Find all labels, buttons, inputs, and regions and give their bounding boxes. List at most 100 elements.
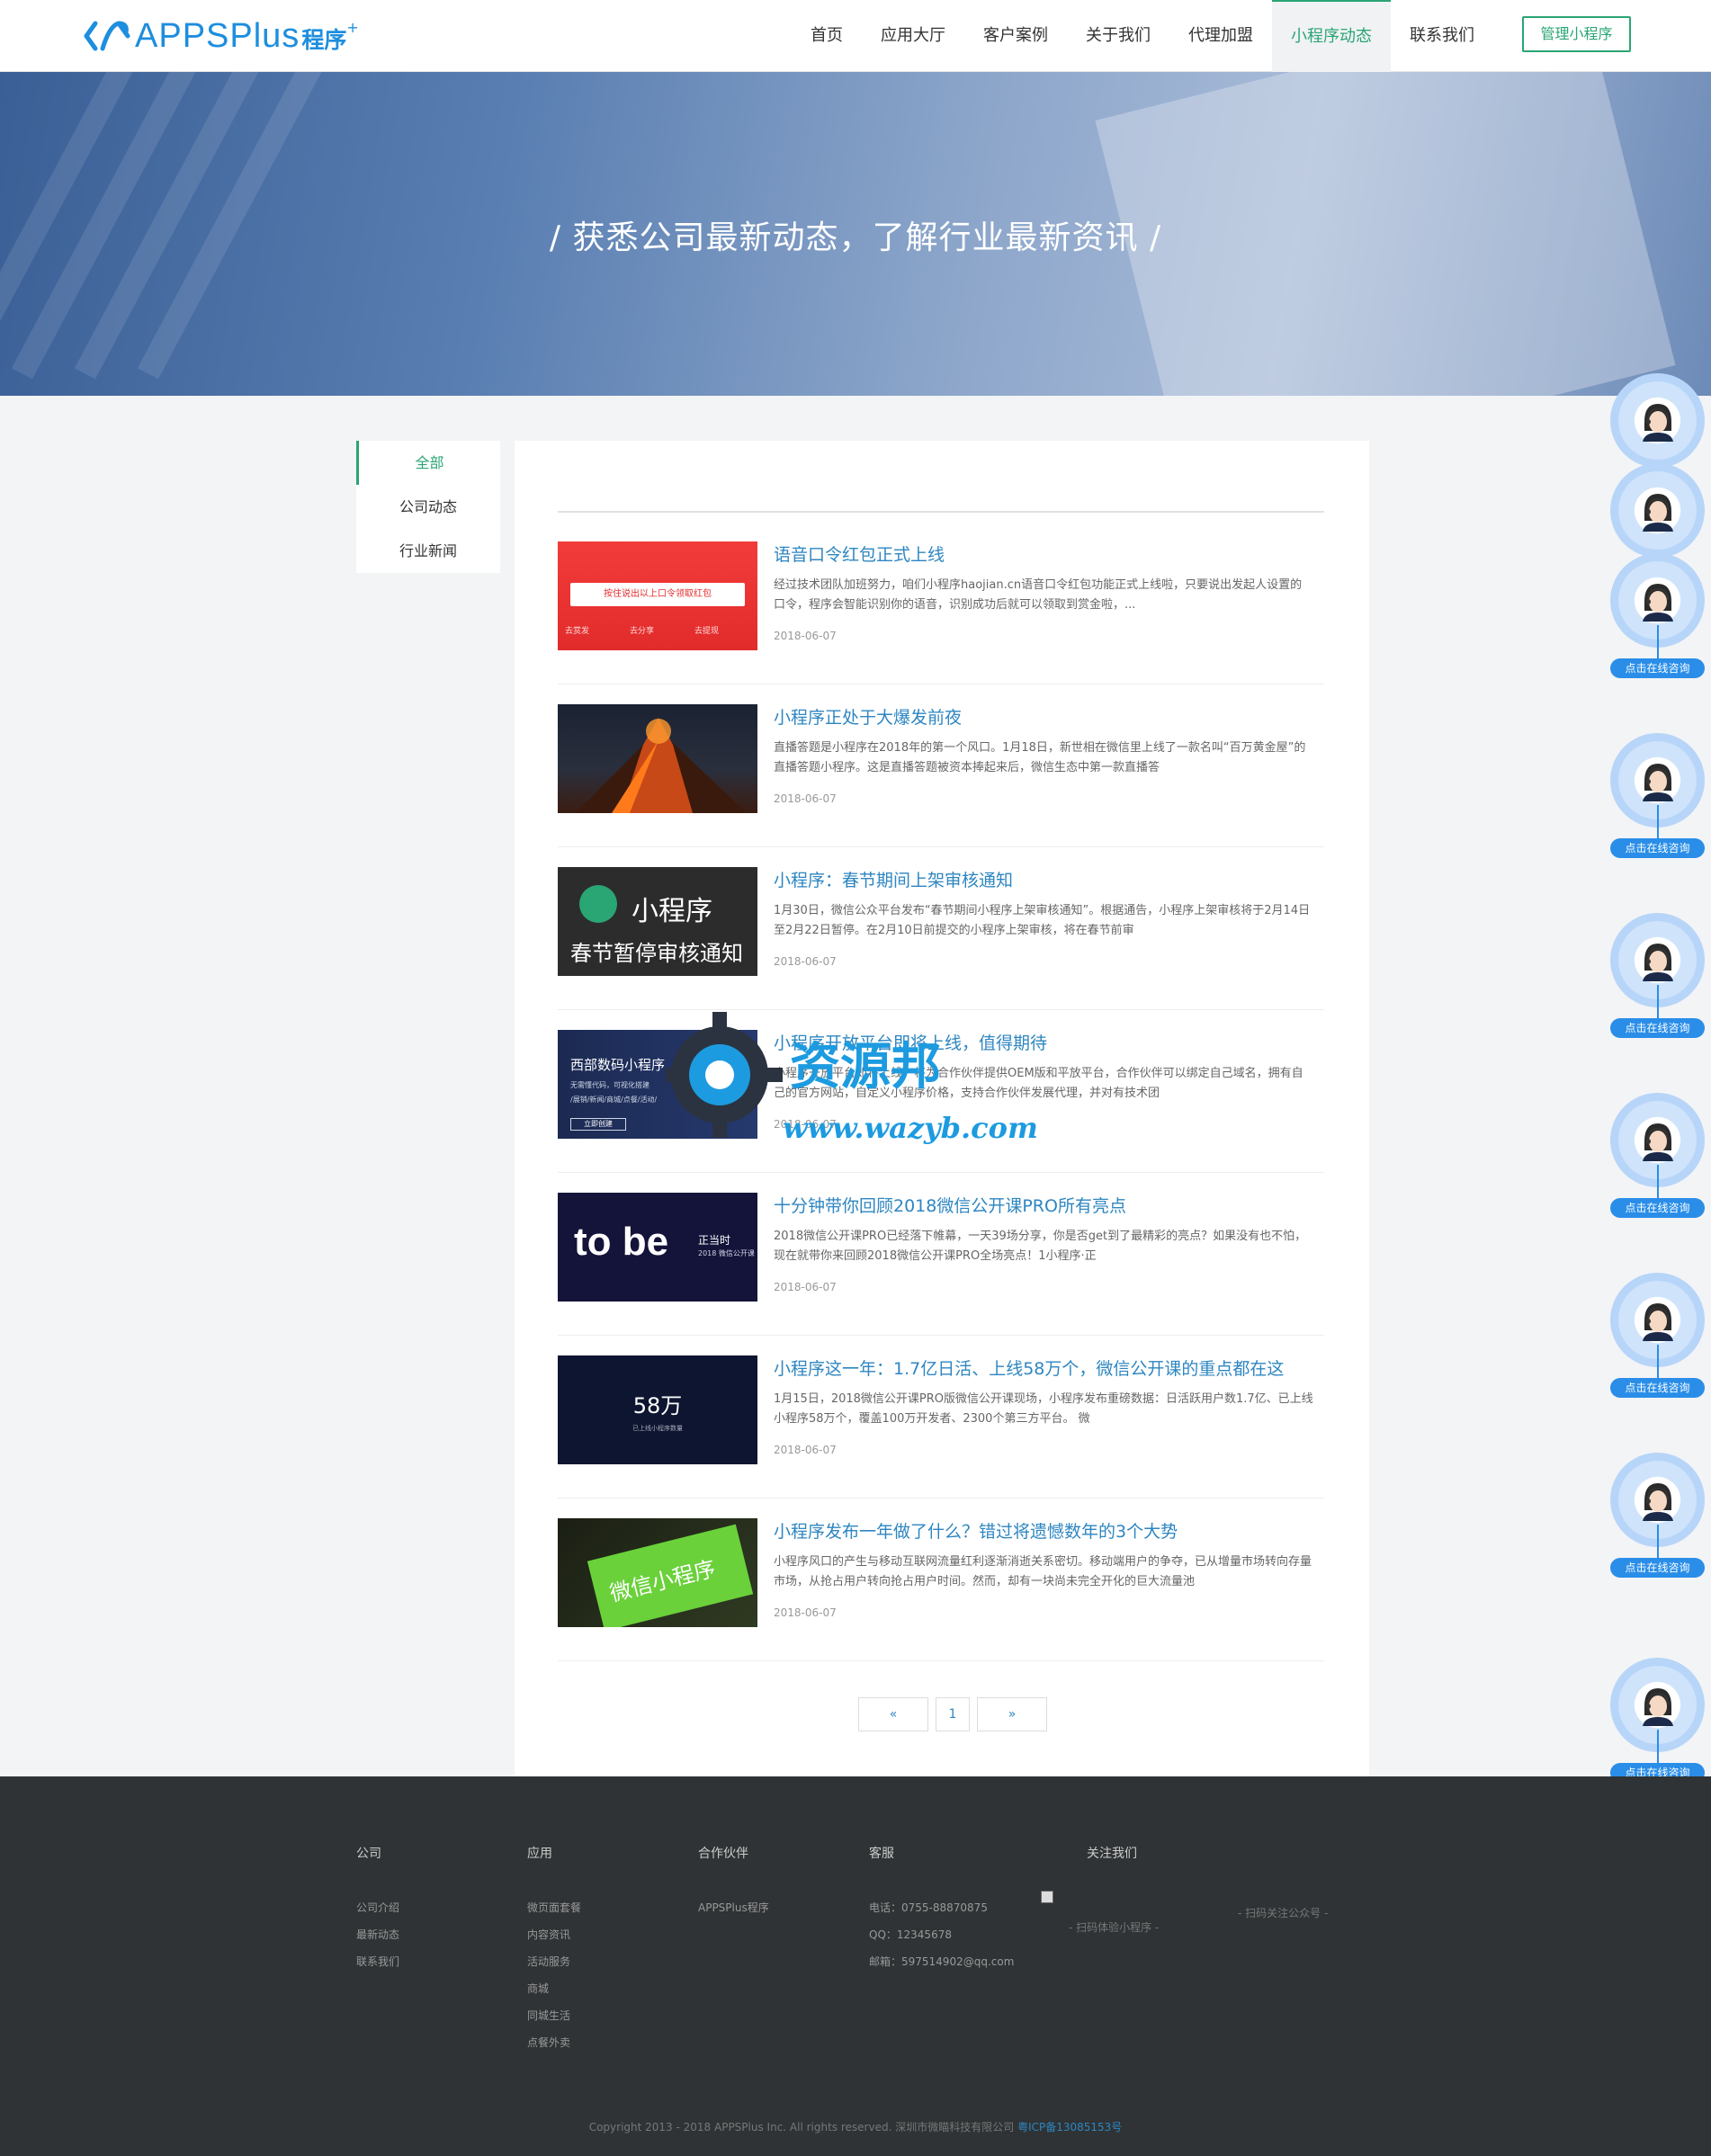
service-agent-avatar-icon <box>1643 584 1673 622</box>
nav-item[interactable]: 小程序动态 <box>1272 0 1391 72</box>
article-title[interactable]: 小程序这一年：1.7亿日活、上线58万个，微信公开课的重点都在这 <box>774 1355 1284 1380</box>
category-item[interactable]: 行业新闻 <box>356 529 500 573</box>
footer-link[interactable]: 商城 <box>527 1975 581 2002</box>
thumb-red-link: 去提现 <box>694 627 720 636</box>
footer-heading: 合作伙伴 <box>698 1847 748 1861</box>
footer-heading: 客服 <box>869 1847 894 1861</box>
category-item[interactable]: 全部 <box>356 441 500 485</box>
article-date: 2018-06-07 <box>774 1444 837 1456</box>
article-date: 2018-06-07 <box>774 955 837 968</box>
consult-float-item[interactable]: 点击在线咨询 <box>1610 553 1705 678</box>
service-agent-avatar-icon <box>1643 944 1673 981</box>
consult-float-item[interactable]: 点击在线咨询 <box>1610 733 1705 858</box>
service-agent-avatar-icon <box>1643 764 1673 801</box>
thumb-tobe-word: to be <box>574 1220 669 1264</box>
nav-item[interactable]: 关于我们 <box>1067 0 1169 72</box>
article-title[interactable]: 语音口令红包正式上线 <box>774 541 945 566</box>
site-logo[interactable]: APPSPlus 程序 + <box>83 16 359 56</box>
page-number-button[interactable]: 1 <box>936 1697 970 1731</box>
service-agent-avatar-icon <box>1643 494 1673 532</box>
online-consult-button[interactable]: 点击在线咨询 <box>1610 1018 1705 1038</box>
nav-item[interactable]: 客户案例 <box>964 0 1067 72</box>
article-thumbnail[interactable]: 微信小程序 <box>558 1518 757 1627</box>
article-item[interactable]: 小程序正处于大爆发前夜直播答题是小程序在2018年的第一个风口。1月18日，新世… <box>558 684 1324 847</box>
footer-column: 公司公司介绍 最新动态 联系我们 <box>356 1844 399 1975</box>
footer-link[interactable]: 电话：0755-88870875 <box>869 1894 1014 1921</box>
consult-float-item[interactable]: 点击在线咨询 <box>1610 1658 1705 1783</box>
footer-link[interactable]: APPSPlus程序 <box>698 1894 769 1921</box>
miniprogram-logo-icon <box>579 885 617 923</box>
logo-text: APPSPlus <box>135 16 300 55</box>
article-list-panel: 按住说出以上口令领取红包 去赏发 去分享 去提现 语音口令红包正式上线 经过技术团队加班努… <box>515 441 1369 1776</box>
article-thumbnail[interactable] <box>558 704 757 813</box>
article-summary: 1月15日，2018微信公开课PRO版微信公开课现场，小程序发布重磅数据：日活跃… <box>774 1392 1313 1426</box>
thumb-stat-number: 58万 <box>632 1393 683 1418</box>
volcano-image <box>576 718 747 813</box>
article-item[interactable]: 小程序 春节暂停审核通知 小程序：春节期间上架审核通知 1月30日，微信公众平台发布“… <box>558 847 1324 1010</box>
footer-link[interactable]: 点餐外卖 <box>527 2029 581 2056</box>
online-consult-button[interactable]: 点击在线咨询 <box>1610 1558 1705 1578</box>
service-agent-avatar-icon <box>1643 1688 1673 1726</box>
footer-link[interactable]: 公司介绍 <box>356 1894 399 1921</box>
footer-link[interactable]: 联系我们 <box>356 1948 399 1975</box>
article-title[interactable]: 十分钟带你回顾2018微信公开课PRO所有亮点 <box>774 1193 1126 1217</box>
article-item[interactable]: 西部数码小程序 正式 无需懂代码，可视化搭建/展销/新闻/商城/点餐/活动/立即创建… <box>558 1010 1324 1173</box>
footer-link[interactable]: 活动服务 <box>527 1948 581 1975</box>
online-consult-button[interactable]: 点击在线咨询 <box>1610 658 1705 678</box>
category-menu: 全部 公司动态 行业新闻 <box>356 441 500 573</box>
article-item[interactable]: to be 正当时 2018 微信公开课 十分钟带你回顾2018微信公开课PRO所有亮… <box>558 1173 1324 1336</box>
online-consult-button[interactable]: 点击在线咨询 <box>1610 1378 1705 1398</box>
qr-caption-miniprogram: - 扫码体验小程序 - <box>1069 1921 1160 1934</box>
nav-item[interactable]: 联系我们 <box>1391 0 1493 72</box>
footer-link[interactable]: 微页面套餐 <box>527 1894 581 1921</box>
article-thumbnail[interactable]: 西部数码小程序 正式 无需懂代码，可视化搭建/展销/新闻/商城/点餐/活动/立即创建 <box>558 1030 757 1139</box>
article-title[interactable]: 小程序发布一年做了什么？错过将遗憾数年的3个大势 <box>774 1518 1178 1543</box>
category-item[interactable]: 公司动态 <box>356 485 500 529</box>
article-thumbnail[interactable]: 按住说出以上口令领取红包 去赏发 去分享 去提现 <box>558 541 757 650</box>
article-summary: 直播答题是小程序在2018年的第一个风口。1月18日，新世相在微信里上线了一款名… <box>774 741 1306 774</box>
pagination: « 1 » <box>858 1697 1047 1731</box>
nav-item[interactable]: 代理加盟 <box>1169 0 1272 72</box>
manage-miniprogram-button[interactable]: 管理小程序 <box>1522 16 1631 52</box>
nav-item[interactable]: 首页 <box>792 0 862 72</box>
online-consult-button[interactable]: 点击在线咨询 <box>1610 838 1705 858</box>
icp-link[interactable]: 粤ICP备13085153号 <box>1017 2121 1122 2134</box>
thumb-stat-caption: 已上线小程序数量 <box>632 1425 683 1432</box>
thumb-create-button: 立即创建 <box>570 1118 626 1131</box>
article-thumbnail[interactable]: 58万已上线小程序数量 <box>558 1355 757 1464</box>
thumb-line2: 春节暂停审核通知 <box>570 941 743 966</box>
footer-link[interactable]: QQ：12345678 <box>869 1921 1014 1948</box>
thumb-red-link: 去赏发 <box>565 627 590 636</box>
article-title[interactable]: 小程序正处于大爆发前夜 <box>774 704 962 729</box>
main-nav: 首页 应用大厅 客户案例 关于我们 代理加盟 小程序动态 联系我们 <box>792 0 1493 72</box>
footer-link[interactable]: 同城生活 <box>527 2002 581 2029</box>
consult-float-item[interactable]: 点击在线咨询 <box>1610 1273 1705 1398</box>
nav-item[interactable]: 应用大厅 <box>862 0 964 72</box>
consult-float-item[interactable]: 点击在线咨询 <box>1610 1093 1705 1218</box>
article-thumbnail[interactable]: 小程序 春节暂停审核通知 <box>558 867 757 976</box>
article-thumbnail[interactable]: to be 正当时 2018 微信公开课 <box>558 1193 757 1302</box>
article-item[interactable]: 58万 已上线小程序数量 小程序这一年：1.7亿日活、上线58万个，微信公开课的重点… <box>558 1336 1324 1498</box>
site-footer <box>0 1776 1711 2156</box>
footer-link[interactable]: 内容资讯 <box>527 1921 581 1948</box>
prev-page-button[interactable]: « <box>858 1697 928 1731</box>
online-consult-button[interactable]: 点击在线咨询 <box>1610 1198 1705 1218</box>
article-title[interactable]: 小程序：春节期间上架审核通知 <box>774 867 1013 891</box>
logo-sub: 程序 <box>301 27 347 53</box>
footer-link[interactable]: 最新动态 <box>356 1921 399 1948</box>
article-date: 2018-06-07 <box>774 1606 837 1619</box>
footer-column: 合作伙伴 APPSPlus程序 <box>698 1844 769 1921</box>
next-page-button[interactable]: » <box>977 1697 1047 1731</box>
consult-float-item[interactable]: 点击在线咨询 <box>1610 913 1705 1038</box>
article-date: 2018-06-07 <box>774 1118 837 1131</box>
thumb-red-link: 去分享 <box>630 627 655 636</box>
page-banner: / 获悉公司最新动态，了解行业最新资讯 / <box>0 72 1711 396</box>
article-item[interactable]: 微信小程序 小程序发布一年做了什么？错过将遗憾数年的3个大势 小程序风口的产生与移动… <box>558 1498 1324 1661</box>
consult-float-item[interactable]: 点击在线咨询 <box>1610 1453 1705 1578</box>
footer-link[interactable]: 邮箱：597514902@qq.com <box>869 1948 1014 1975</box>
thumb-line1: 西部数码小程序 <box>570 1057 666 1073</box>
footer-heading: 公司 <box>356 1847 381 1861</box>
article-title[interactable]: 小程序开放平台即将上线，值得期待 <box>774 1030 1047 1054</box>
article-item[interactable]: 按住说出以上口令领取红包 去赏发 去分享 去提现 语音口令红包正式上线 经过技术团队加班努… <box>558 522 1324 684</box>
footer-column: 客服电话：0755-88870875 QQ：12345678 邮箱：59751490… <box>869 1844 1014 1975</box>
